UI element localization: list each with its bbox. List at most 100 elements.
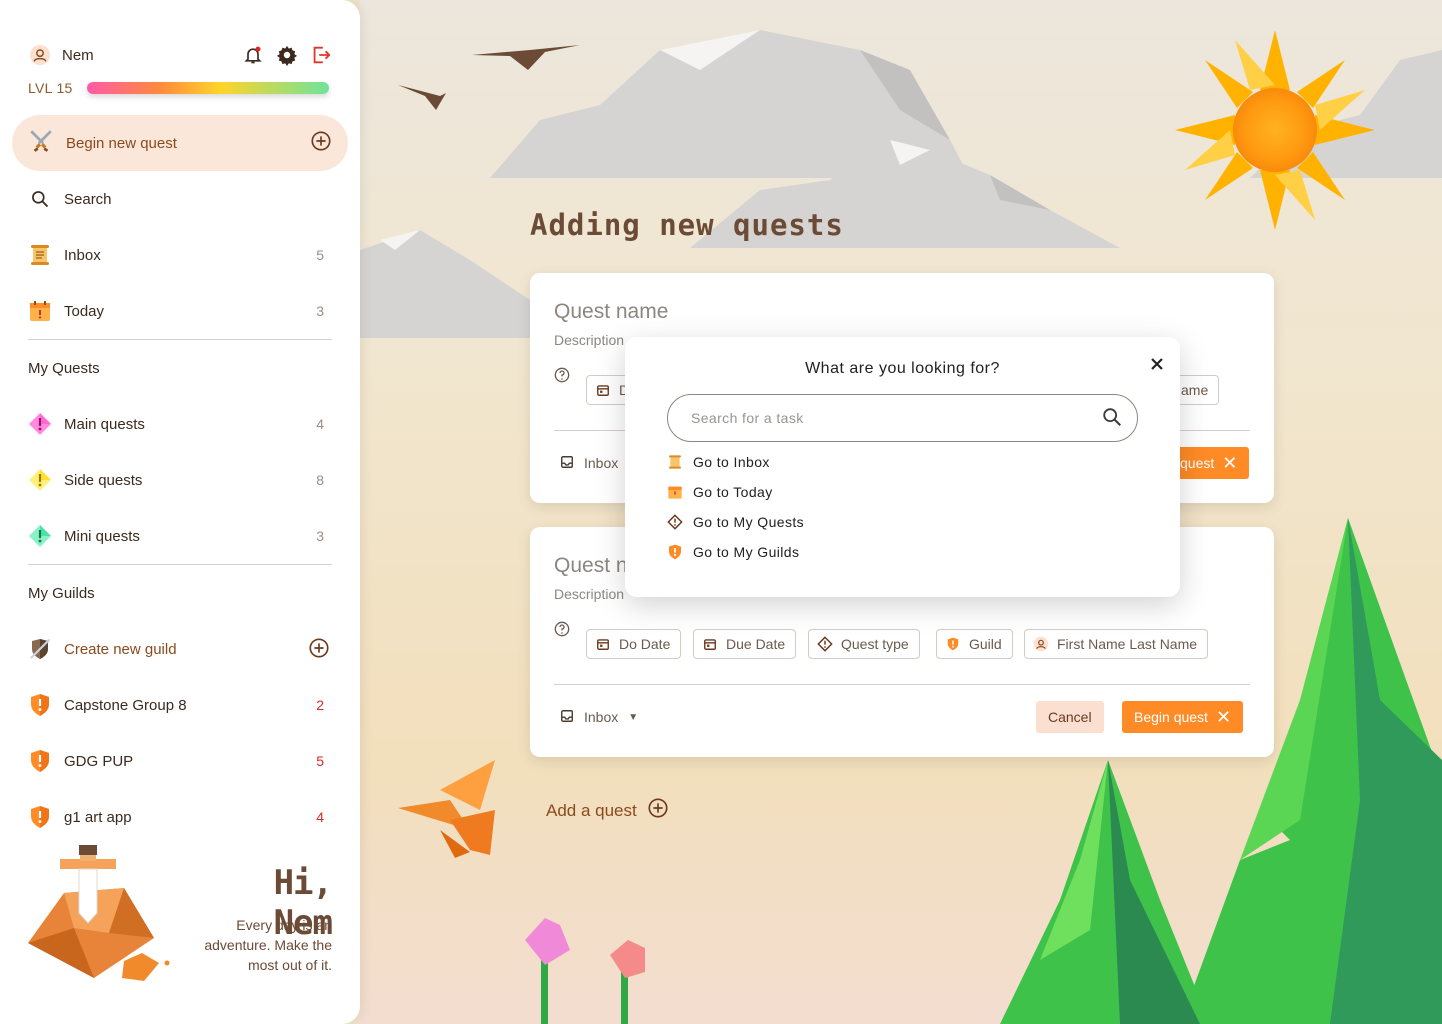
- chip-label: Guild: [969, 636, 1002, 652]
- sidebar-item-label: Main quests: [64, 415, 145, 433]
- begin-new-quest-label: Begin new quest: [66, 134, 177, 152]
- sidebar-item-guild-capstone[interactable]: Capstone Group 8 2: [28, 689, 332, 721]
- quest-description-input[interactable]: Description: [554, 586, 624, 602]
- chip-label: ame: [1181, 382, 1209, 398]
- help-icon[interactable]: [554, 621, 570, 637]
- sword-in-stone-illustration: [28, 845, 170, 981]
- goto-label: Go to My Guilds: [693, 544, 800, 560]
- guild-count: 2: [316, 697, 324, 713]
- today-count: 3: [316, 303, 324, 319]
- inbox-count: 5: [316, 247, 324, 263]
- search-icon[interactable]: [1101, 406, 1125, 430]
- sidebar-item-label: Today: [64, 302, 105, 320]
- chip-label: Due Date: [726, 636, 786, 652]
- quest-diamond-icon: [667, 514, 683, 530]
- sidebar-item-main-quests[interactable]: Main quests 4: [28, 408, 332, 440]
- modal-title: What are you looking for?: [805, 360, 1000, 377]
- notification-bell-icon[interactable]: [242, 44, 264, 66]
- quest-diamond-outline-icon: [817, 636, 833, 652]
- begin-quest-label: Begin quest: [1134, 709, 1208, 725]
- user-row: Nem: [28, 43, 332, 67]
- level-label: LVL 15: [28, 80, 73, 96]
- gear-icon[interactable]: [276, 44, 298, 66]
- chip-label: Do Date: [619, 636, 671, 652]
- goto-today[interactable]: Go to Today: [667, 481, 773, 503]
- assignee-chip[interactable]: First Name Last Name: [1024, 629, 1209, 659]
- inbox-selector[interactable]: Inbox: [560, 455, 618, 471]
- guild-chip[interactable]: Guild: [936, 629, 1013, 659]
- chip-label: First Name Last Name: [1057, 636, 1198, 652]
- calendar-icon: [667, 484, 683, 500]
- inbox-tray-icon: [560, 709, 576, 725]
- calendar-outline-icon: [595, 382, 611, 398]
- goto-my-quests[interactable]: Go to My Quests: [667, 511, 804, 533]
- sidebar-item-side-quests[interactable]: Side quests 8: [28, 464, 332, 496]
- sidebar-item-guild-g1-art-app[interactable]: g1 art app 4: [28, 801, 332, 833]
- side-quest-diamond-icon: [28, 468, 52, 492]
- add-quest-button[interactable]: Add a quest: [546, 797, 669, 824]
- create-new-guild-label: Create new guild: [64, 640, 177, 658]
- plus-circle-icon: [647, 797, 669, 824]
- inbox-selector-label: Inbox: [584, 455, 619, 471]
- user-name: Nem: [62, 46, 94, 64]
- calendar-outline-icon: [595, 636, 611, 652]
- scroll-icon: [667, 454, 683, 470]
- search-icon: [28, 187, 52, 211]
- my-guilds-heading: My Guilds: [28, 585, 95, 602]
- goto-my-guilds[interactable]: Go to My Guilds: [667, 541, 799, 563]
- guild-shield-icon: [28, 693, 52, 717]
- inbox-selector[interactable]: Inbox ▼: [560, 709, 638, 725]
- avatar-icon: [1033, 636, 1049, 652]
- begin-new-quest-button[interactable]: Begin new quest: [12, 115, 348, 171]
- search-input[interactable]: [691, 410, 1101, 426]
- quest-description-input[interactable]: Description: [554, 332, 624, 348]
- sidebar-item-label: Capstone Group 8: [64, 696, 187, 714]
- sidebar-item-label: Mini quests: [64, 527, 140, 545]
- close-icon[interactable]: [1147, 354, 1167, 374]
- sidebar-item-mini-quests[interactable]: Mini quests 3: [28, 520, 332, 552]
- sidebar-item-inbox[interactable]: Inbox 5: [28, 239, 332, 271]
- goto-inbox[interactable]: Go to Inbox: [667, 451, 770, 473]
- sidebar-item-label: Search: [64, 190, 112, 208]
- quest-name-input[interactable]: Quest name: [554, 300, 668, 324]
- begin-quest-label: quest: [1180, 455, 1215, 471]
- main-quests-count: 4: [316, 416, 324, 432]
- divider: [554, 684, 1250, 685]
- avatar[interactable]: [28, 43, 52, 67]
- calendar-outline-icon: [702, 636, 718, 652]
- logout-icon[interactable]: [310, 44, 332, 66]
- plus-circle-icon: [308, 637, 330, 662]
- due-date-chip[interactable]: Due Date: [693, 629, 797, 659]
- goto-label: Go to Inbox: [693, 454, 770, 470]
- plus-circle-icon: [310, 130, 332, 157]
- crossed-swords-icon: ✕: [1215, 706, 1232, 727]
- my-quests-heading: My Quests: [28, 360, 100, 377]
- caret-down-icon: ▼: [628, 711, 639, 723]
- search-field: [667, 394, 1138, 442]
- begin-quest-button[interactable]: Begin quest ✕: [1122, 701, 1244, 733]
- guild-shield-icon: [945, 636, 961, 652]
- main-quest-diamond-icon: [28, 412, 52, 436]
- page-title: Adding new quests: [530, 208, 844, 242]
- inbox-selector-label: Inbox: [584, 709, 619, 725]
- guild-count: 4: [316, 809, 324, 825]
- quest-type-chip[interactable]: Quest type: [808, 629, 920, 659]
- level-row: LVL 15: [28, 78, 332, 98]
- scroll-icon: [28, 243, 52, 267]
- do-date-chip[interactable]: Do Date: [586, 629, 682, 659]
- sidebar-item-search[interactable]: Search: [28, 183, 332, 215]
- sidebar-item-today[interactable]: Today 3: [28, 295, 332, 327]
- xp-progress-bar: [86, 82, 329, 94]
- begin-quest-button[interactable]: quest ✕: [1170, 447, 1250, 479]
- guild-shield-icon: [28, 749, 52, 773]
- add-quest-label: Add a quest: [546, 800, 637, 820]
- create-new-guild-button[interactable]: Create new guild: [28, 633, 332, 665]
- sidebar-item-guild-gdg-pup[interactable]: GDG PUP 5: [28, 745, 332, 777]
- sidebar-item-label: g1 art app: [64, 808, 132, 826]
- guild-crest-icon: [28, 637, 52, 661]
- goto-label: Go to My Quests: [693, 514, 805, 530]
- guild-count: 5: [316, 753, 324, 769]
- cancel-button[interactable]: Cancel: [1036, 701, 1104, 733]
- help-icon[interactable]: [554, 367, 570, 383]
- divider: [28, 564, 332, 565]
